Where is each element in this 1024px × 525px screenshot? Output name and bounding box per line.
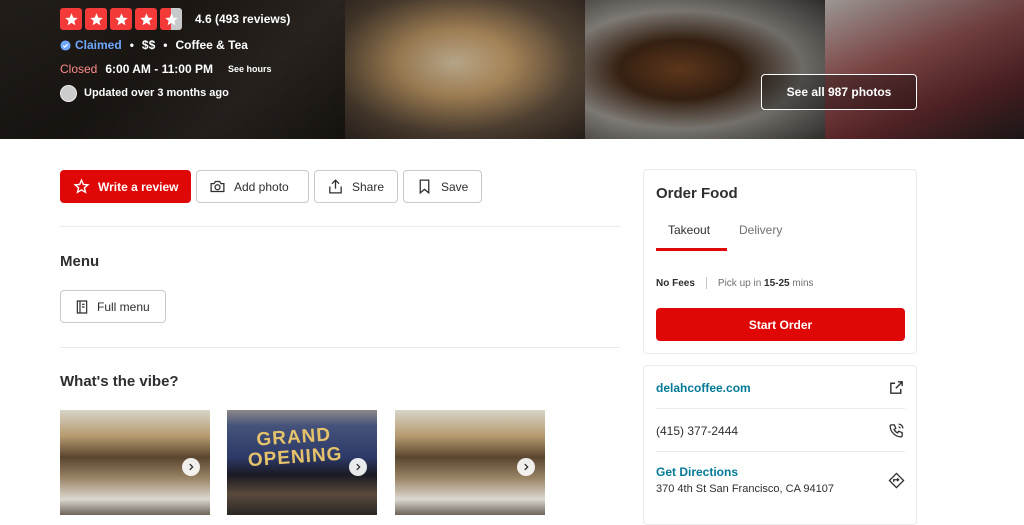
full-menu-button[interactable]: Full menu [60, 290, 166, 323]
write-review-button[interactable]: Write a review [60, 170, 191, 203]
update-avatar-icon [60, 84, 77, 102]
vibe-photo[interactable] [60, 410, 210, 515]
hours-text: 6:00 AM - 11:00 PM [105, 62, 213, 76]
share-icon [329, 179, 342, 194]
section-divider [60, 347, 620, 348]
tab-takeout[interactable]: Takeout [668, 223, 710, 237]
section-divider [60, 226, 620, 227]
business-summary: 4.6 (493 reviews) Claimed • $$ • Coffee … [60, 6, 290, 105]
see-all-photos-button[interactable]: See all 987 photos [761, 74, 917, 110]
grand-opening-banner: GRAND OPENING [247, 424, 344, 472]
external-link-icon[interactable] [888, 379, 905, 396]
chevron-right-icon[interactable] [517, 458, 535, 476]
directions-row: Get Directions 370 4th St San Francisco,… [656, 465, 905, 495]
share-label: Share [352, 179, 385, 194]
order-food-title: Order Food [656, 185, 738, 202]
phone-icon[interactable] [888, 422, 905, 439]
star-icon [135, 8, 157, 30]
phone-row: (415) 377-2444 [656, 422, 905, 439]
bookmark-icon [419, 179, 430, 195]
claimed-badge[interactable]: Claimed [60, 38, 122, 52]
add-photo-button[interactable]: Add photo [196, 170, 309, 203]
address-text: 370 4th St San Francisco, CA 94107 [656, 483, 834, 495]
separator-dot: • [129, 38, 134, 52]
info-divider [656, 408, 905, 409]
add-photo-label: Add photo [234, 179, 289, 194]
see-hours-link[interactable]: See hours [228, 64, 272, 74]
save-label: Save [441, 179, 469, 194]
directions-icon[interactable] [888, 472, 905, 489]
star-icon [60, 8, 82, 30]
half-star-icon [160, 8, 182, 30]
separator-dot: • [163, 38, 168, 52]
pickup-suffix: mins [792, 277, 814, 289]
rating-text[interactable]: 4.6 (493 reviews) [195, 12, 290, 26]
vibe-photo[interactable] [395, 410, 545, 515]
hero-banner: 4.6 (493 reviews) Claimed • $$ • Coffee … [0, 0, 1024, 139]
save-button[interactable]: Save [403, 170, 482, 203]
open-status: Closed [60, 62, 98, 76]
hours-row: Closed 6:00 AM - 11:00 PM See hours [60, 57, 290, 81]
rating-row: 4.6 (493 reviews) [60, 6, 290, 32]
star-icon [110, 8, 132, 30]
category-link[interactable]: Coffee & Tea [175, 38, 247, 52]
tab-delivery[interactable]: Delivery [739, 223, 782, 237]
meta-row: Claimed • $$ • Coffee & Tea [60, 33, 290, 57]
updated-text: Updated over 3 months ago [84, 87, 229, 99]
order-food-card: Order Food Takeout Delivery No Fees Pick… [643, 169, 917, 354]
active-tab-indicator [656, 248, 727, 251]
fees-info: No Fees Pick up in 15-25 mins [656, 277, 814, 289]
menu-title: Menu [60, 253, 100, 270]
write-review-label: Write a review [98, 179, 179, 194]
phone-number: (415) 377-2444 [656, 423, 739, 438]
vibe-title: What's the vibe? [60, 373, 179, 390]
star-outline-icon [73, 178, 90, 194]
price-range: $$ [141, 38, 156, 52]
menu-book-icon [76, 299, 88, 314]
star-icon [85, 8, 107, 30]
directions-block: Get Directions 370 4th St San Francisco,… [656, 465, 834, 495]
pickup-time: 15-25 [764, 277, 790, 289]
start-order-button[interactable]: Start Order [656, 308, 905, 341]
share-button[interactable]: Share [314, 170, 398, 203]
check-badge-icon [60, 39, 71, 51]
get-directions-link[interactable]: Get Directions [656, 465, 834, 479]
chevron-right-icon[interactable] [182, 458, 200, 476]
website-row: delahcoffee.com [656, 379, 905, 396]
pickup-info: Pick up in 15-25 mins [718, 278, 814, 289]
camera-icon [210, 180, 225, 193]
updated-row: Updated over 3 months ago [60, 81, 290, 105]
vibe-photo[interactable]: GRAND OPENING [227, 410, 377, 515]
fees-separator [705, 277, 707, 289]
no-fees-label: No Fees [656, 277, 695, 289]
pickup-prefix: Pick up in [717, 277, 762, 289]
website-link[interactable]: delahcoffee.com [656, 381, 751, 395]
business-info-card: delahcoffee.com (415) 377-2444 Get Direc… [643, 365, 917, 525]
claimed-label: Claimed [75, 38, 122, 52]
info-divider [656, 451, 905, 452]
chevron-right-icon[interactable] [349, 458, 367, 476]
full-menu-label: Full menu [97, 299, 150, 314]
